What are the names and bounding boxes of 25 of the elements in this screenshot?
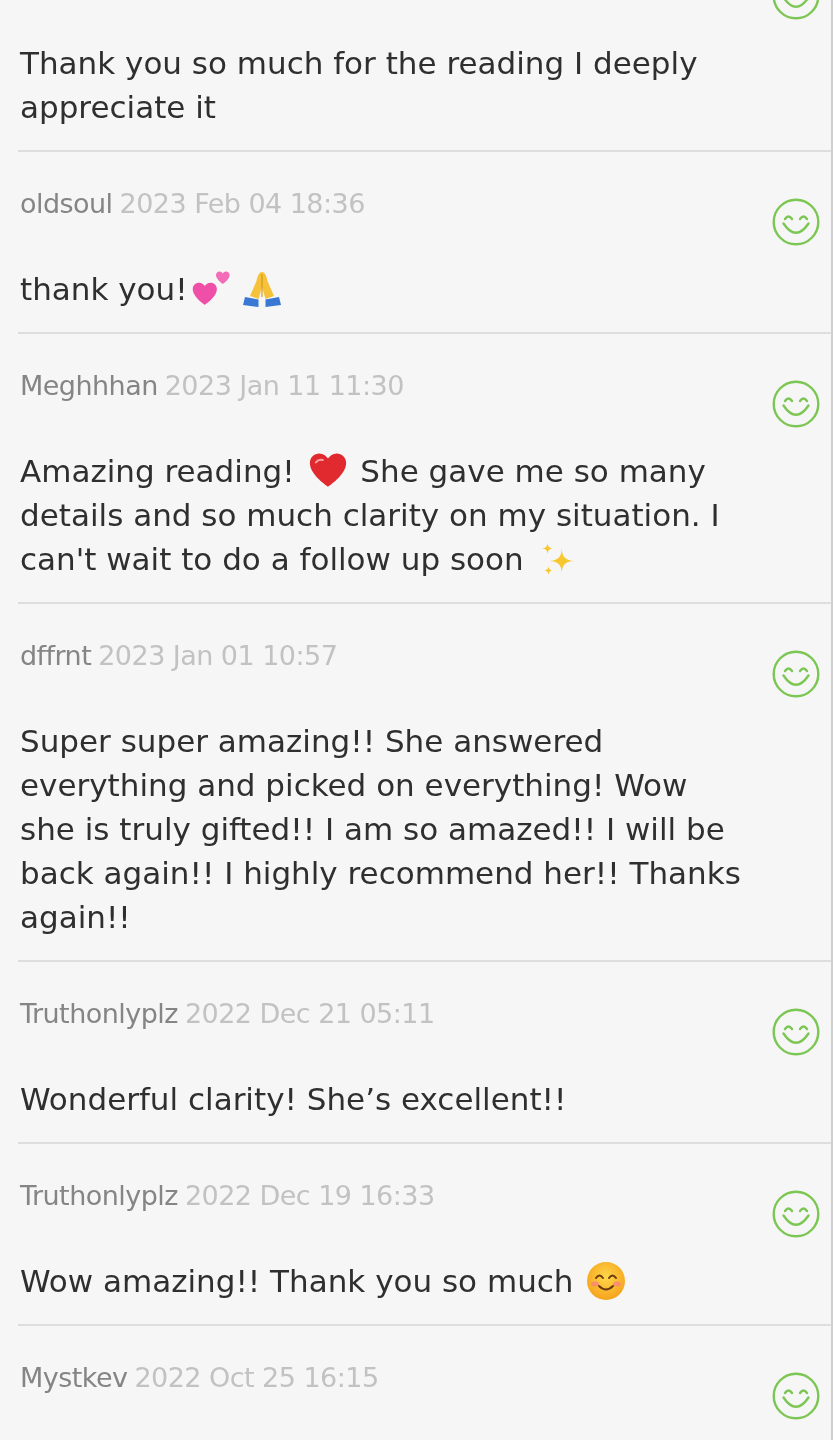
smiley-icon [772,198,820,246]
review-text: Super super amazing!! She answered everything and picked on everything! Wow she is truly gifted!! I am so amazed!! I will be back again!! I highly recommend her!! Thanks again!! [20,723,741,935]
review-text: Amazing reading! [20,453,296,489]
review-text: thank you! [20,271,188,307]
smiley-icon [772,1190,820,1238]
two-hearts-icon [190,270,231,308]
username: dffrnt [20,639,92,673]
smiley-icon [772,0,820,20]
review-text: can't wait to do a follow up soon [20,541,525,577]
username: Truthonlyplz [20,997,178,1031]
praying-hands-icon [241,270,282,308]
smiling-face-icon [586,1261,627,1301]
review-text: Wonderful clarity! She’s excellent!! [20,1081,567,1117]
smiley-icon [772,1372,820,1420]
username: Meghhhan [20,369,158,403]
review-text: Thank you so much for the reading I deeply appreciate it [20,45,698,125]
review-text: details and so much clarity on my situation. I [20,497,720,533]
username: Mystkev [20,1361,128,1395]
smiley-icon [772,650,820,698]
review-text: Wow amazing!! Thank you so much [20,1263,575,1299]
username: oldsoul [20,187,113,221]
smiley-icon [772,1008,820,1056]
review-text: She gave me so many [359,453,706,489]
username: Truthonlyplz [20,1179,178,1213]
smiley-icon [772,380,820,428]
